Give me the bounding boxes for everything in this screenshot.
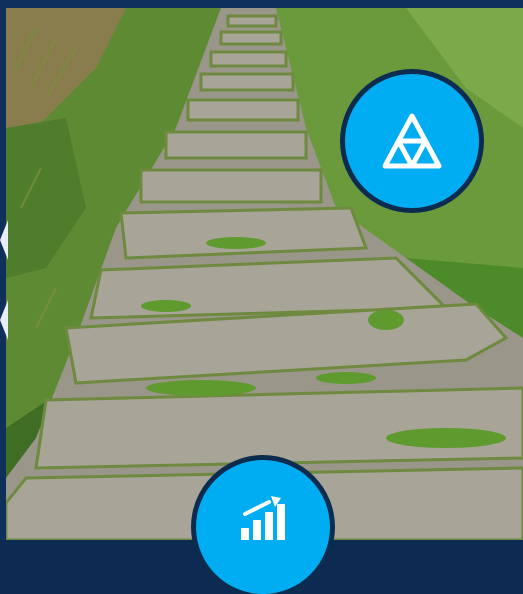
triforce-triangle-icon bbox=[382, 113, 442, 169]
triforce-badge bbox=[345, 74, 479, 208]
slide-frame bbox=[0, 0, 523, 540]
growth-chart-icon bbox=[241, 496, 285, 540]
chevron-left-icon[interactable] bbox=[0, 220, 8, 260]
growth-badge bbox=[196, 460, 330, 594]
chevron-left-icon[interactable] bbox=[0, 300, 8, 340]
